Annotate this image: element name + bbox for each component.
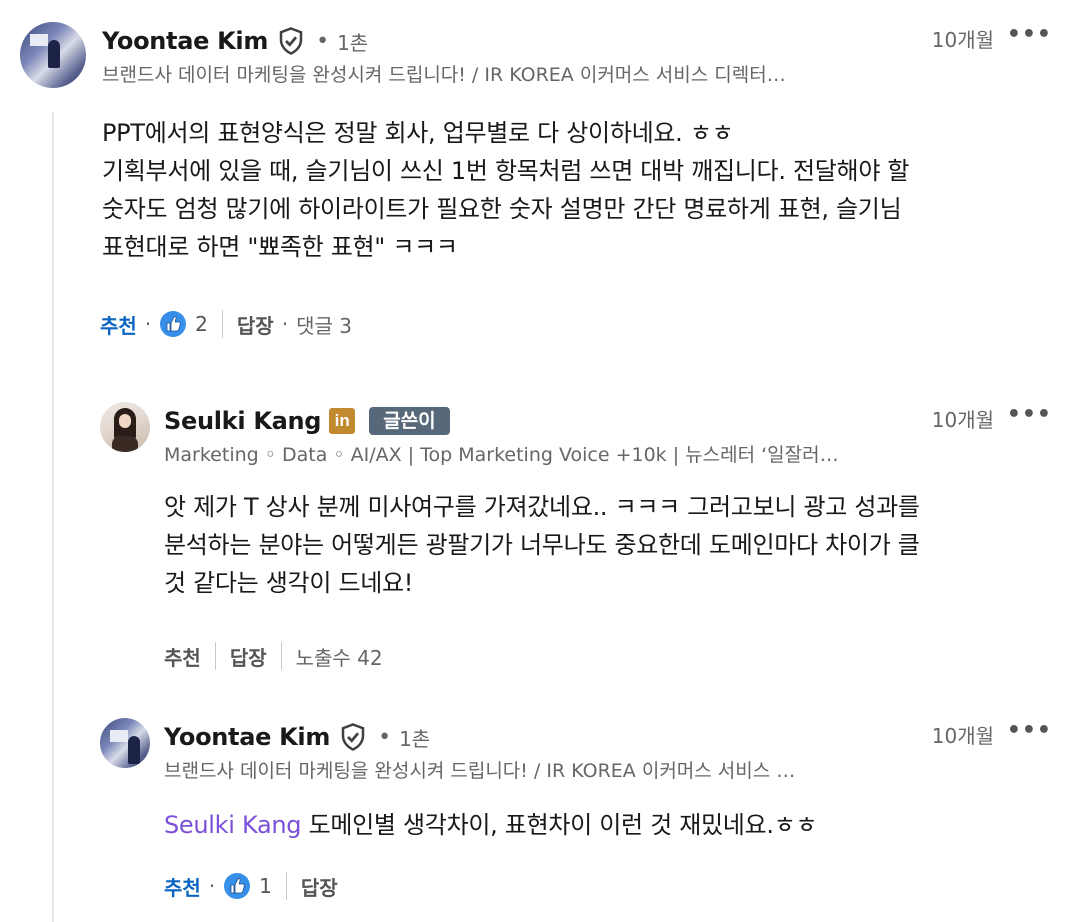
verified-shield-icon xyxy=(341,723,365,751)
timestamp: 10개월 xyxy=(931,28,994,52)
comment: Yoontae Kim • 1촌 브랜드사 데이터 마케팅을 완성시켜 드립니다… xyxy=(20,20,1070,338)
linkedin-premium-icon: in xyxy=(329,408,356,434)
comment-text: PPT에서의 표현양식은 정말 회사, 업무별로 다 상이하네요. ㅎㅎ 기획부… xyxy=(102,114,1070,266)
timestamp: 10개월 xyxy=(931,408,994,432)
separator-dot: · xyxy=(281,312,289,336)
reply-comment: Yoontae Kim • 1촌 브랜드사 데이터 마케팅을 완성시켜 드립니다… xyxy=(100,716,1070,900)
more-options-icon[interactable]: ••• xyxy=(1007,718,1052,743)
avatar[interactable] xyxy=(100,718,150,768)
comment-header: Yoontae Kim • 1촌 브랜드사 데이터 마케팅을 완성시켜 드립니다… xyxy=(20,20,1070,92)
comment-text-line: 앗 제가 T 상사 분께 미사여구를 가져갔네요.. ㅋㅋㅋ 그러고보니 광고 … xyxy=(164,493,920,521)
comment-actions: 추천 답장 노출수 42 xyxy=(164,640,383,672)
separator-dot: • xyxy=(316,28,330,54)
comment-text-line: 숫자도 엄청 많기에 하이라이트가 필요한 숫자 설명만 간단 명료하게 표현,… xyxy=(102,195,902,223)
comment-text-line: PPT에서의 표현양식은 정말 회사, 업무별로 다 상이하네요. ㅎㅎ xyxy=(102,119,734,147)
divider xyxy=(285,872,287,900)
author-name[interactable]: Seulki Kang xyxy=(164,407,321,435)
separator-dot: • xyxy=(378,724,392,750)
comment-text-line: 분석하는 분야는 어떻게든 광팔기가 너무나도 중요한데 도메인마다 차이가 클 xyxy=(164,531,920,559)
comment-header: Seulki Kang in 글쓴이 Marketing ◦ Data ◦ AI… xyxy=(100,400,1070,472)
timestamp: 10개월 xyxy=(931,724,994,748)
mention-link[interactable]: Seulki Kang xyxy=(164,811,302,839)
comment-text: 앗 제가 T 상사 분께 미사여구를 가져갔네요.. ㅋㅋㅋ 그러고보니 광고 … xyxy=(164,488,1064,602)
author-badge: 글쓴이 xyxy=(369,407,450,435)
divider xyxy=(280,642,282,670)
like-count[interactable]: 2 xyxy=(195,312,208,336)
avatar[interactable] xyxy=(20,22,86,88)
like-button[interactable]: 추천 xyxy=(164,872,201,901)
author-line: Yoontae Kim • 1촌 xyxy=(164,722,430,752)
comment-actions: 추천 · 2 답장 · 댓글 3 xyxy=(100,308,352,340)
thread-line xyxy=(52,112,54,922)
author-line: Yoontae Kim • 1촌 xyxy=(102,26,368,56)
author-headline: Marketing ◦ Data ◦ AI/AX | Top Marketing… xyxy=(164,444,839,466)
comment-text-line: 도메인별 생각차이, 표현차이 이런 것 재밌네요.ㅎㅎ xyxy=(301,811,818,839)
avatar[interactable] xyxy=(100,402,150,452)
divider xyxy=(221,310,223,338)
like-button[interactable]: 추천 xyxy=(164,642,201,671)
comment-text-line: 기획부서에 있을 때, 슬기님이 쓰신 1번 항목처럼 쓰면 대박 깨집니다. … xyxy=(102,157,910,185)
reply-button[interactable]: 답장 xyxy=(301,872,338,901)
separator-dot: · xyxy=(208,874,216,898)
comment-actions: 추천 · 1 답장 xyxy=(164,870,338,902)
author-line: Seulki Kang in 글쓴이 xyxy=(164,406,450,436)
comment-text-line: 표현대로 하면 "뾰족한 표현" ㅋㅋㅋ xyxy=(102,233,458,261)
reply-button[interactable]: 답장 xyxy=(237,310,274,339)
author-name[interactable]: Yoontae Kim xyxy=(164,723,330,751)
connection-degree: 1촌 xyxy=(399,726,431,751)
reply-button[interactable]: 답장 xyxy=(230,642,267,671)
verified-shield-icon xyxy=(279,27,303,55)
reply-comment: Seulki Kang in 글쓴이 Marketing ◦ Data ◦ AI… xyxy=(100,400,1070,670)
divider xyxy=(214,642,216,670)
author-headline: 브랜드사 데이터 마케팅을 완성시켜 드립니다! / IR KOREA 이커머스… xyxy=(102,64,786,86)
like-count[interactable]: 1 xyxy=(259,874,272,898)
more-options-icon[interactable]: ••• xyxy=(1007,22,1052,47)
more-options-icon[interactable]: ••• xyxy=(1007,402,1052,427)
connection-degree: 1촌 xyxy=(337,30,369,55)
author-headline: 브랜드사 데이터 마케팅을 완성시켜 드립니다! / IR KOREA 이커머스… xyxy=(164,760,796,782)
author-name[interactable]: Yoontae Kim xyxy=(102,27,268,55)
like-reaction-icon[interactable] xyxy=(159,310,187,338)
like-reaction-icon[interactable] xyxy=(223,872,251,900)
impressions-count[interactable]: 노출수 42 xyxy=(296,642,383,671)
comment-text-line: 것 같다는 생각이 드네요! xyxy=(164,569,414,597)
separator-dot: · xyxy=(144,312,152,336)
reply-count[interactable]: 댓글 3 xyxy=(296,310,352,339)
like-button[interactable]: 추천 xyxy=(100,310,137,339)
comment-header: Yoontae Kim • 1촌 브랜드사 데이터 마케팅을 완성시켜 드립니다… xyxy=(100,716,1070,788)
comment-text: Seulki Kang 도메인별 생각차이, 표현차이 이런 것 재밌네요.ㅎㅎ xyxy=(164,806,1064,844)
